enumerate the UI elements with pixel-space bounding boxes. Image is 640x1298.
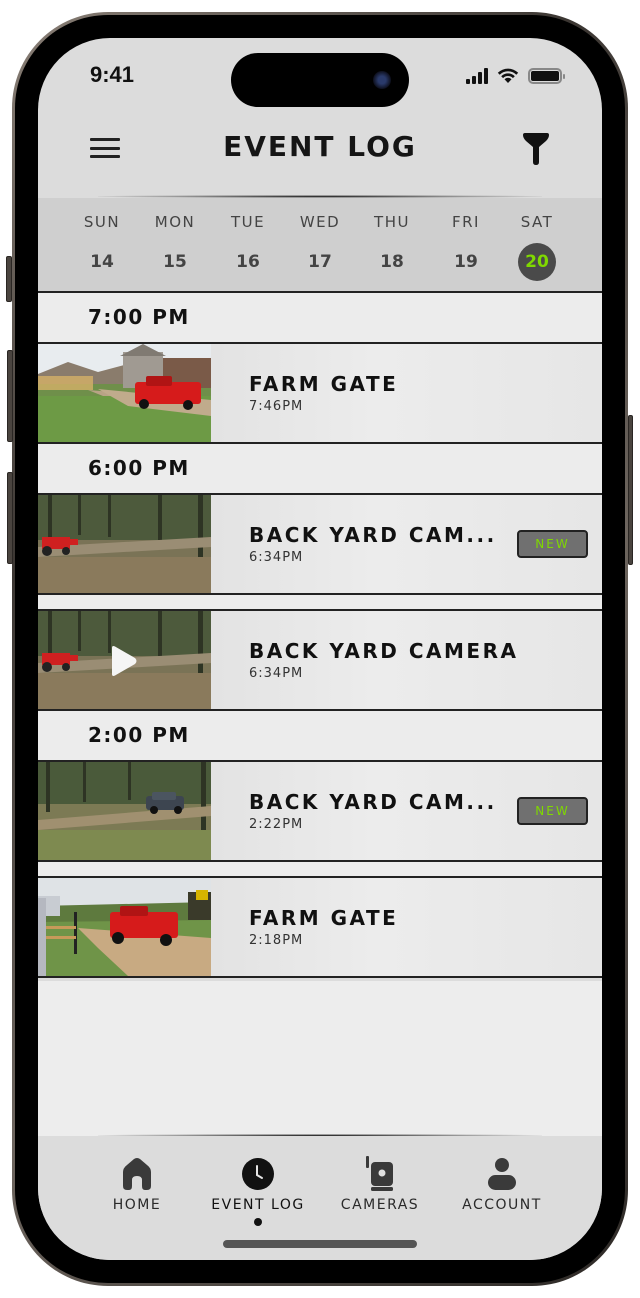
page-title: EVENT LOG	[223, 130, 417, 163]
event-time: 2:18PM	[249, 933, 304, 948]
row-spacer	[38, 595, 602, 611]
event-row[interactable]: FARM GATE 7:46PM	[38, 344, 602, 444]
event-time: 7:46PM	[249, 399, 304, 414]
event-list: 7:00 PM FARM GATE 7:46PM 6:00 PM BACK YA…	[38, 293, 602, 978]
hour-header: 2:00 PM	[38, 711, 602, 762]
selected-day-circle: 20	[518, 243, 556, 281]
status-time: 9:41	[90, 62, 135, 87]
week-day-selector: SUN 14 MON 15 TUE 16 WED 17 THU 18 FRI 19 SAT 2…	[38, 198, 602, 293]
event-row[interactable]: BACK YARD CAM... 2:22PM NEW	[38, 762, 602, 862]
event-title: FARM GATE	[249, 372, 399, 396]
funnel-filter-icon[interactable]	[520, 132, 552, 166]
dynamic-island	[231, 53, 409, 107]
person-icon	[488, 1158, 516, 1190]
cellular-signal-icon	[466, 68, 488, 84]
volume-down-button	[7, 472, 13, 564]
clock-icon	[242, 1158, 274, 1190]
wifi-icon	[497, 68, 519, 83]
new-badge: NEW	[517, 530, 588, 558]
event-thumbnail-back-yard	[38, 495, 211, 593]
event-thumbnail-back-yard	[38, 611, 211, 709]
tab-home[interactable]: HOME	[77, 1156, 197, 1213]
event-row[interactable]: FARM GATE 2:18PM	[38, 878, 602, 978]
event-title: BACK YARD CAM...	[249, 790, 497, 814]
tab-event-log[interactable]: EVENT LOG	[198, 1156, 318, 1226]
list-empty-area	[38, 981, 602, 1136]
day-wed[interactable]: WED 17	[290, 198, 350, 281]
home-icon	[123, 1158, 151, 1190]
active-tab-indicator	[254, 1218, 262, 1226]
action-button	[6, 256, 12, 302]
tab-cameras[interactable]: CAMERAS	[320, 1156, 440, 1213]
new-badge: NEW	[517, 797, 588, 825]
row-spacer	[38, 862, 602, 878]
home-indicator[interactable]	[223, 1240, 417, 1248]
app-screen: 9:41 EVENT LOG SUN 14 MON 15 TUE 16 WED 17	[38, 38, 602, 1260]
camera-device-icon	[366, 1156, 393, 1191]
event-row[interactable]: BACK YARD CAMERA 6:34PM	[38, 611, 602, 711]
hour-header: 7:00 PM	[38, 293, 602, 344]
event-title: BACK YARD CAM...	[249, 523, 497, 547]
event-thumbnail-farm-gate	[38, 878, 211, 976]
day-tue[interactable]: TUE 16	[218, 198, 278, 281]
app-header: EVENT LOG	[38, 118, 602, 198]
tab-account[interactable]: ACCOUNT	[442, 1156, 562, 1213]
front-camera-icon	[373, 71, 391, 89]
day-thu[interactable]: THU 18	[362, 198, 422, 281]
event-time: 2:22PM	[249, 817, 304, 832]
volume-up-button	[7, 350, 13, 442]
event-thumbnail-back-yard	[38, 762, 211, 860]
battery-icon	[528, 68, 565, 84]
day-mon[interactable]: MON 15	[145, 198, 205, 281]
day-fri[interactable]: FRI 19	[436, 198, 496, 281]
event-title: FARM GATE	[249, 906, 399, 930]
event-row[interactable]: BACK YARD CAM... 6:34PM NEW	[38, 495, 602, 595]
status-bar: 9:41	[38, 38, 602, 118]
status-icons	[466, 66, 565, 84]
event-time: 6:34PM	[249, 550, 304, 565]
hour-header: 6:00 PM	[38, 444, 602, 495]
day-sun[interactable]: SUN 14	[72, 198, 132, 281]
event-time: 6:34PM	[249, 666, 304, 681]
play-icon[interactable]	[108, 645, 138, 677]
event-title: BACK YARD CAMERA	[249, 639, 519, 663]
day-sat-selected[interactable]: SAT 20	[507, 198, 567, 281]
power-button	[628, 415, 633, 565]
event-thumbnail-farm-gate	[38, 344, 211, 442]
